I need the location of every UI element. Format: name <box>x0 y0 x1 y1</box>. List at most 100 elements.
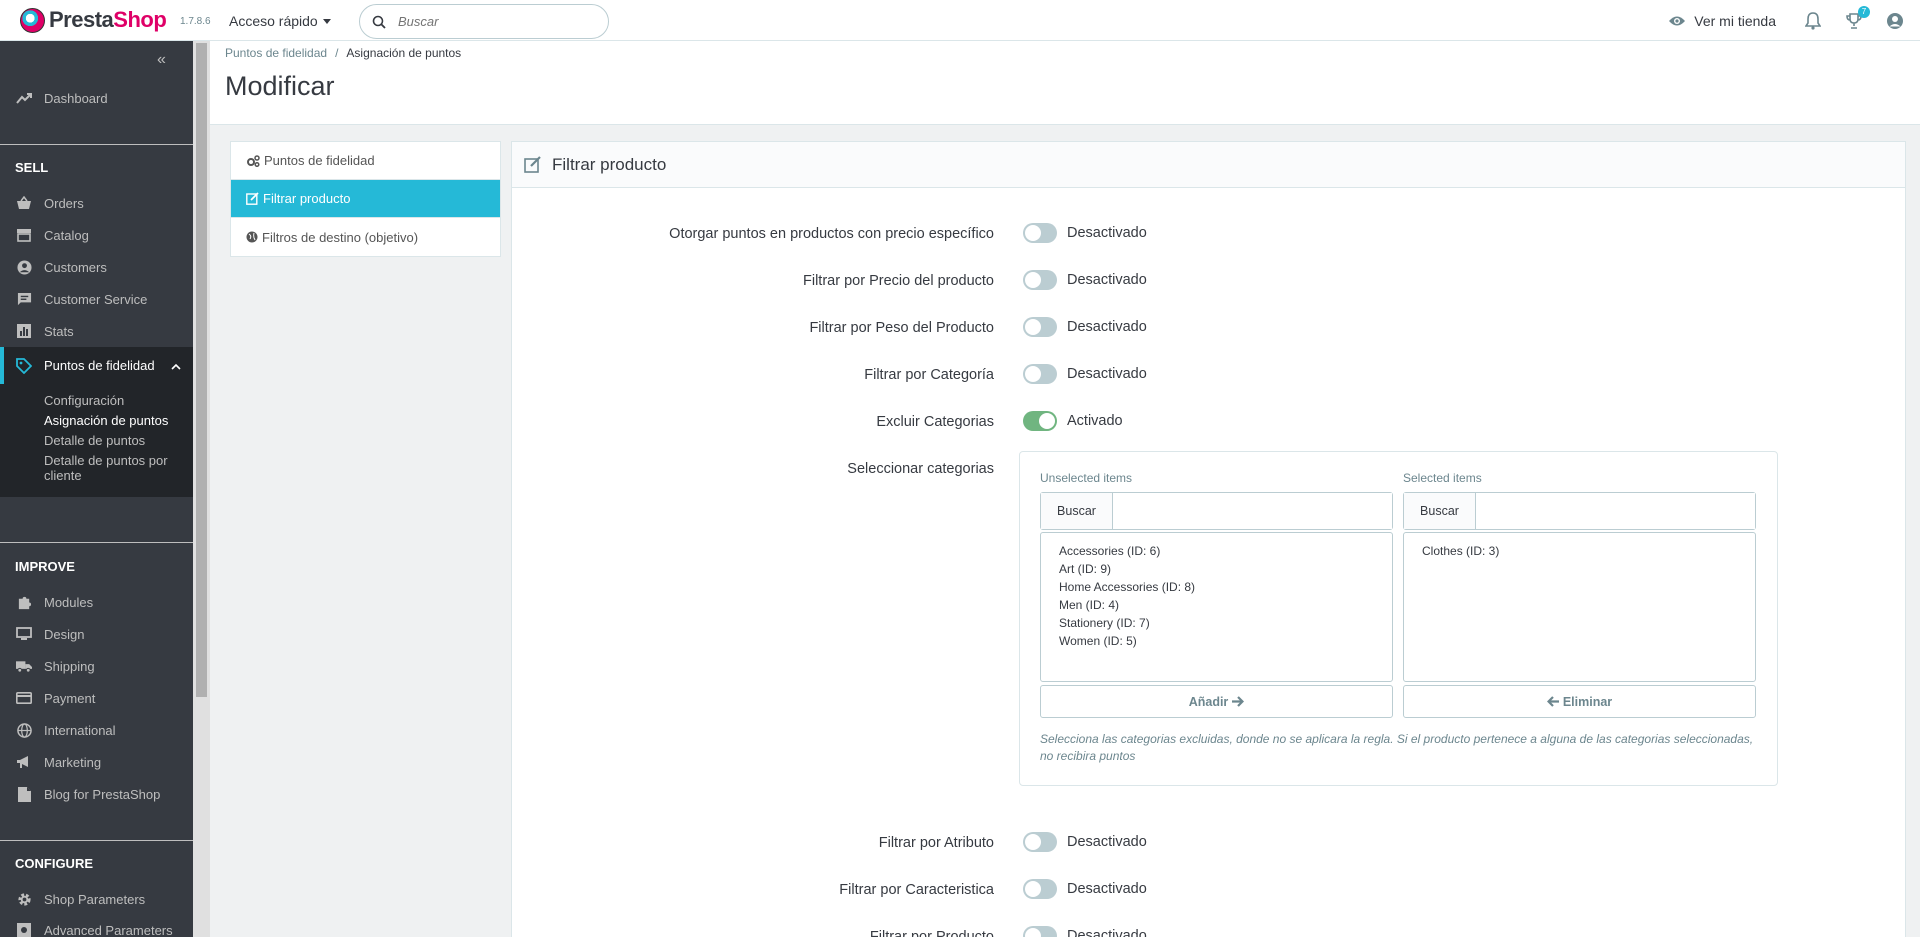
search-input[interactable] <box>398 14 588 29</box>
sidebar-scrollbar[interactable] <box>193 41 210 937</box>
globe-icon <box>246 231 258 243</box>
form-row-category: Filtrar por Categoría Desactivado <box>512 364 1907 388</box>
user-account-icon[interactable] <box>1884 10 1906 32</box>
switch-product-price[interactable] <box>1023 270 1057 290</box>
selected-listbox[interactable]: Clothes (ID: 3) <box>1403 532 1756 682</box>
sidebar-item-blog[interactable]: Blog for PrestaShop <box>0 778 193 810</box>
sidebar-item-dashboard[interactable]: Dashboard <box>0 82 193 114</box>
sidebar-item-shipping[interactable]: Shipping <box>0 650 193 682</box>
megaphone-icon <box>16 754 32 770</box>
remove-button[interactable]: Eliminar <box>1403 685 1756 718</box>
tab-target-filters[interactable]: Filtros de destino (objetivo) <box>231 218 500 256</box>
sidebar-item-customers[interactable]: Customers <box>0 251 193 283</box>
list-item[interactable]: Men (ID: 4) <box>1059 596 1392 614</box>
loyalty-submenu: Configuración Asignación de puntos Detal… <box>0 384 193 497</box>
prestashop-logo[interactable]: PrestaShop <box>20 7 167 33</box>
sidebar-item-label: Stats <box>44 323 74 339</box>
brand-right: Shop <box>113 7 167 32</box>
switch-feature[interactable] <box>1023 879 1057 899</box>
list-item[interactable]: Women (ID: 5) <box>1059 632 1392 650</box>
sidebar-item-customer-service[interactable]: Customer Service <box>0 283 193 315</box>
view-shop-label: Ver mi tienda <box>1694 12 1776 29</box>
unselected-search-input[interactable] <box>1113 493 1392 529</box>
sidebar-item-label: Orders <box>44 195 84 211</box>
brand-left: Presta <box>49 7 114 32</box>
divider <box>0 840 193 841</box>
search-box[interactable] <box>359 4 609 39</box>
globe-icon <box>16 722 32 738</box>
switch-attribute[interactable] <box>1023 832 1057 852</box>
list-item[interactable]: Clothes (ID: 3) <box>1422 542 1755 560</box>
switch-exclude-categories[interactable] <box>1023 411 1057 431</box>
form-row-attribute: Filtrar por Atributo Desactivado <box>512 832 1907 856</box>
switch-specific-price[interactable] <box>1023 223 1057 243</box>
list-item[interactable]: Stationery (ID: 7) <box>1059 614 1392 632</box>
page-header: Puntos de fidelidad / Asignación de puntos… <box>210 41 1920 125</box>
settings-box-icon <box>16 922 32 937</box>
sidebar-item-stats[interactable]: Stats <box>0 315 193 347</box>
sidebar-item-loyalty-points[interactable]: Puntos de fidelidad <box>0 347 193 384</box>
switch-state-label: Desactivado <box>1067 225 1147 241</box>
sidebar-item-catalog[interactable]: Catalog <box>0 219 193 251</box>
collapse-sidebar-icon[interactable]: « <box>157 51 166 69</box>
sidebar-item-label: Modules <box>44 594 94 610</box>
selected-search: Buscar <box>1403 492 1756 530</box>
breadcrumb: Puntos de fidelidad / Asignación de puntos <box>225 46 462 60</box>
notifications-bell-icon[interactable] <box>1802 10 1824 32</box>
row-label: Filtrar por Peso del Producto <box>809 320 994 336</box>
selected-title: Selected items <box>1403 471 1482 485</box>
submenu-item-asignacion[interactable]: Asignación de puntos <box>44 413 179 428</box>
unselected-title: Unselected items <box>1040 471 1133 485</box>
quick-access-dropdown[interactable]: Acceso rápido <box>229 13 331 29</box>
unselected-listbox[interactable]: Accessories (ID: 6) Art (ID: 9) Home Acc… <box>1040 532 1393 682</box>
divider <box>0 542 193 543</box>
search-addon-label: Buscar <box>1404 493 1476 529</box>
credit-card-icon <box>16 690 32 706</box>
sidebar-item-advanced-parameters[interactable]: Advanced Parameters <box>0 914 193 937</box>
row-label: Filtrar por Caracteristica <box>839 882 994 898</box>
sidebar-item-shop-parameters[interactable]: Shop Parameters <box>0 883 193 915</box>
switch-product-weight[interactable] <box>1023 317 1057 337</box>
sidebar-item-marketing[interactable]: Marketing <box>0 746 193 778</box>
tab-label: Filtros de destino (objetivo) <box>262 229 419 245</box>
sidebar-item-design[interactable]: Design <box>0 618 193 650</box>
scrollbar-thumb[interactable] <box>196 43 207 697</box>
submenu-item-configuracion[interactable]: Configuración <box>44 393 179 408</box>
selected-search-input[interactable] <box>1476 493 1755 529</box>
submenu-item-detalle[interactable]: Detalle de puntos <box>44 433 179 448</box>
sidebar-item-label: Puntos de fidelidad <box>44 358 155 373</box>
breadcrumb-parent[interactable]: Puntos de fidelidad <box>225 46 327 60</box>
switch-product[interactable] <box>1023 926 1057 937</box>
quick-access-label: Acceso rápido <box>229 13 318 29</box>
panel-header: Filtrar producto <box>512 142 1905 188</box>
tab-filter-product[interactable]: Filtrar producto <box>231 180 500 218</box>
search-icon <box>372 15 386 29</box>
switch-state-label: Desactivado <box>1067 272 1147 288</box>
sidebar-item-international[interactable]: International <box>0 714 193 746</box>
breadcrumb-current: Asignación de puntos <box>346 46 462 60</box>
form-tabs: Puntos de fidelidad Filtrar producto Fil… <box>230 141 501 257</box>
form-row-exclude-categories: Excluir Categorias Activado <box>512 411 1907 435</box>
document-icon <box>16 786 32 802</box>
orders-trophy-icon[interactable]: 7 <box>1843 5 1870 32</box>
tab-label: Filtrar producto <box>263 191 351 206</box>
switch-category[interactable] <box>1023 364 1057 384</box>
list-item[interactable]: Home Accessories (ID: 8) <box>1059 578 1392 596</box>
list-item[interactable]: Accessories (ID: 6) <box>1059 542 1392 560</box>
add-button[interactable]: Añadir <box>1040 685 1393 718</box>
view-shop-link[interactable]: Ver mi tienda <box>1668 13 1776 29</box>
sidebar-item-label: Marketing <box>44 754 102 770</box>
cogs-icon <box>247 154 260 167</box>
sidebar-item-label: Dashboard <box>44 90 108 106</box>
sidebar-item-modules[interactable]: Modules <box>0 586 193 618</box>
sidebar-item-orders[interactable]: Orders <box>0 187 193 219</box>
submenu-item-detalle-cliente[interactable]: Detalle de puntos por cliente <box>44 453 179 483</box>
sidebar-item-label: Payment <box>44 690 96 706</box>
arrow-right-icon <box>1232 696 1245 707</box>
switch-state-label: Desactivado <box>1067 928 1147 937</box>
divider <box>0 144 193 145</box>
tab-loyalty-points[interactable]: Puntos de fidelidad <box>231 142 500 180</box>
list-item[interactable]: Art (ID: 9) <box>1059 560 1392 578</box>
unselected-search: Buscar <box>1040 492 1393 530</box>
sidebar-item-payment[interactable]: Payment <box>0 682 193 714</box>
